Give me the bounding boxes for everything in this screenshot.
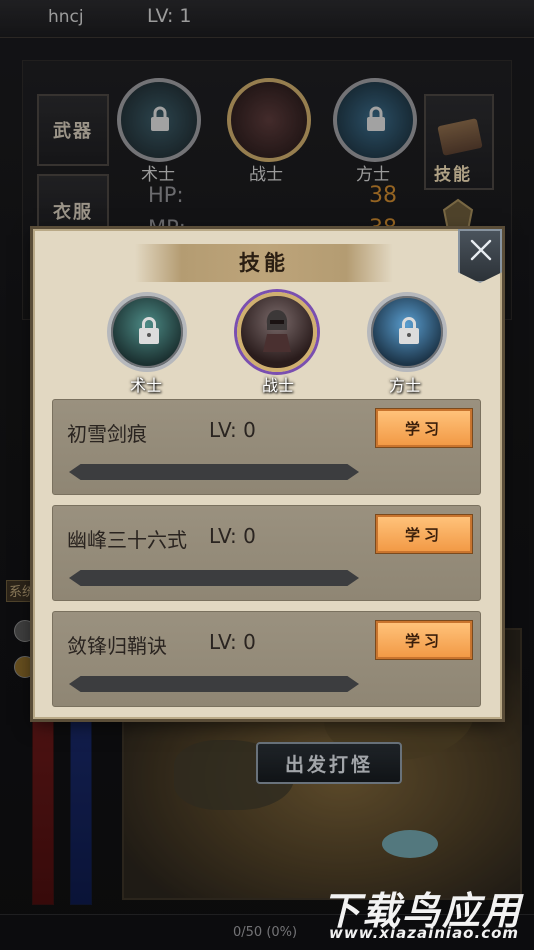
skill-level: LV: 0	[209, 524, 256, 548]
close-icon	[470, 239, 492, 261]
learn-button[interactable]: 学习	[376, 621, 472, 659]
skill-progress-bar	[69, 464, 359, 480]
learn-button[interactable]: 学习	[376, 515, 472, 553]
skill-row: 敛锋归鞘诀 LV: 0 学习	[52, 611, 481, 707]
skill-level: LV: 0	[209, 418, 256, 442]
class-portrait-warlock[interactable]	[107, 292, 187, 372]
skill-progress-bar	[69, 570, 359, 586]
dialog-title-banner: 技能	[135, 244, 393, 282]
dialog-title: 技能	[239, 251, 289, 275]
skill-name: 幽峰三十六式	[67, 528, 187, 552]
learn-button[interactable]: 学习	[376, 409, 472, 447]
skill-row: 初雪剑痕 LV: 0 学习	[52, 399, 481, 495]
lock-icon	[399, 317, 419, 344]
skill-name: 初雪剑痕	[67, 422, 147, 446]
watermark-url: www.xiazainiao.com	[329, 924, 520, 942]
warrior-icon	[263, 310, 291, 352]
class-label-warlock: 术士	[130, 376, 163, 395]
skill-level: LV: 0	[209, 630, 256, 654]
close-button[interactable]	[458, 229, 502, 283]
class-portrait-taoist[interactable]	[367, 292, 447, 372]
skill-progress-bar	[69, 676, 359, 692]
lock-icon	[139, 317, 159, 344]
class-label-warrior: 战士	[262, 376, 295, 395]
skill-row: 幽峰三十六式 LV: 0 学习	[52, 505, 481, 601]
class-portrait-warrior[interactable]	[237, 292, 317, 372]
class-label-taoist: 方士	[389, 376, 422, 395]
skill-name: 敛锋归鞘诀	[67, 634, 167, 658]
